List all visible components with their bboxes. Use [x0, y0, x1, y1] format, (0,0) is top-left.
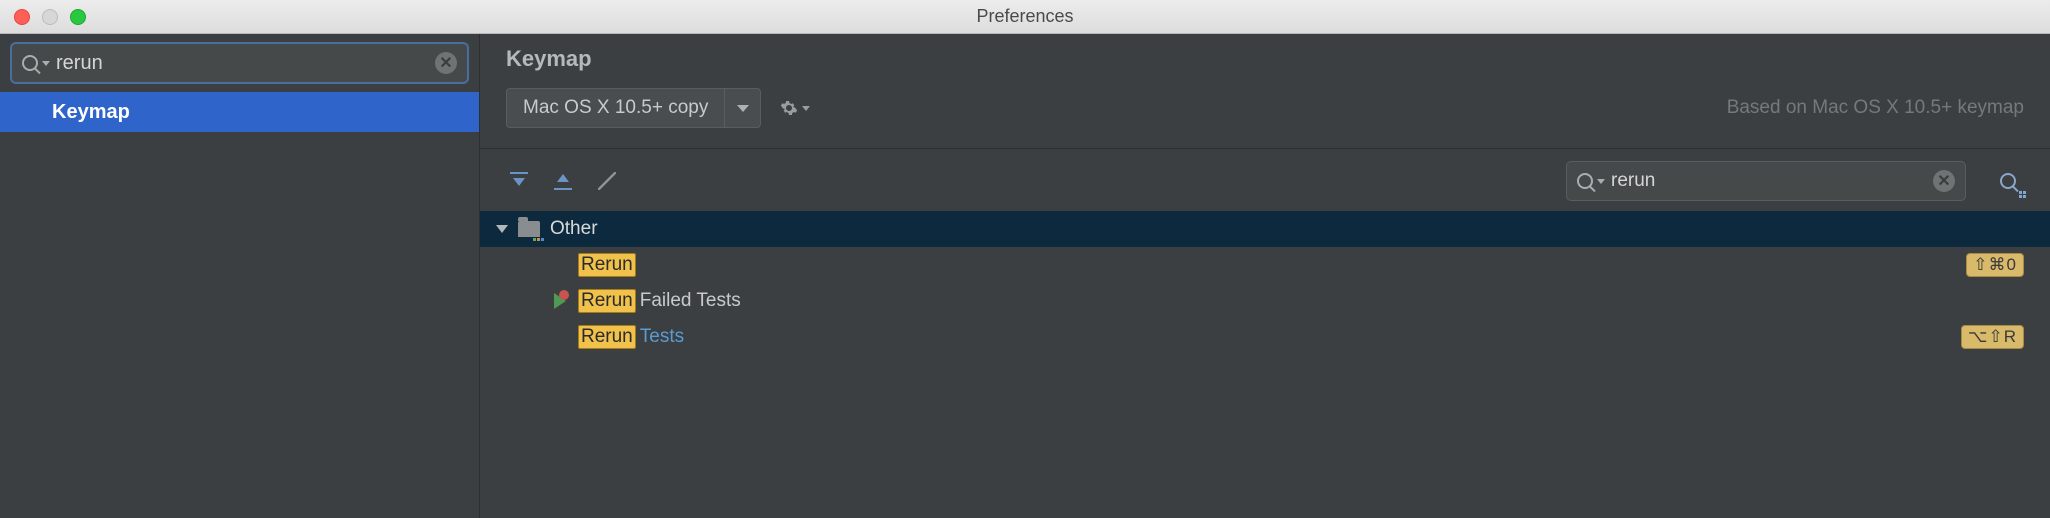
tree-group-label: Other: [550, 218, 598, 240]
window-titlebar: Preferences: [0, 0, 2050, 34]
action-highlight: Rerun: [578, 325, 636, 349]
close-window-button[interactable]: [14, 9, 30, 25]
preferences-sidebar: ✕ Keymap: [0, 34, 480, 518]
actions-search-input[interactable]: [1611, 170, 1933, 192]
sidebar-item-keymap[interactable]: Keymap: [0, 92, 479, 132]
action-rest: Tests: [640, 326, 684, 348]
search-history-caret-icon[interactable]: [42, 61, 50, 66]
action-icon: [550, 327, 570, 347]
minimize-window-button[interactable]: [42, 9, 58, 25]
gear-icon: [780, 99, 798, 117]
keyboard-dots-icon: [2019, 191, 2026, 198]
folder-icon: [518, 221, 540, 237]
keymap-scheme-actions-button[interactable]: [779, 92, 811, 124]
action-row-rerun-failed-tests[interactable]: Rerun Failed Tests: [480, 283, 2050, 319]
shortcut-badge: ⌥⇧R: [1961, 325, 2024, 349]
expand-all-button[interactable]: [506, 168, 532, 194]
chevron-down-icon: [737, 105, 749, 112]
edit-button[interactable]: [594, 168, 620, 194]
clear-search-button[interactable]: ✕: [435, 52, 457, 74]
keymap-scheme-dropdown-button[interactable]: [724, 89, 760, 127]
action-highlight: Rerun: [578, 253, 636, 277]
keymap-scheme-combo[interactable]: Mac OS X 10.5+ copy: [506, 88, 761, 128]
sidebar-search-field[interactable]: ✕: [10, 42, 469, 84]
expand-all-icon: [510, 172, 528, 190]
search-history-caret-icon[interactable]: [1597, 179, 1605, 184]
shortcut-badge: ⇧⌘0: [1966, 253, 2024, 277]
action-highlight: Rerun: [578, 289, 636, 313]
disclosure-triangle-icon[interactable]: [496, 225, 508, 233]
search-icon: [22, 55, 38, 71]
action-row-rerun-tests[interactable]: Rerun Tests ⌥⇧R: [480, 319, 2050, 355]
rerun-failed-icon: [550, 291, 570, 311]
action-rest: Failed Tests: [640, 290, 741, 312]
search-icon: [1577, 173, 1593, 189]
sidebar-item-label: Keymap: [52, 101, 130, 124]
action-icon: [550, 255, 570, 275]
chevron-down-icon: [802, 106, 810, 111]
collapse-all-icon: [554, 172, 572, 190]
keymap-panel: Keymap Mac OS X 10.5+ copy Based on Mac …: [480, 34, 2050, 518]
action-row-rerun[interactable]: Rerun ⇧⌘0: [480, 247, 2050, 283]
actions-search-field[interactable]: ✕: [1566, 161, 1966, 201]
pencil-icon: [598, 172, 616, 190]
tree-group-other[interactable]: Other: [480, 211, 2050, 247]
search-icon: [2000, 173, 2016, 189]
keymap-tree[interactable]: Other Rerun ⇧⌘0 Rerun Failed Tests: [480, 211, 2050, 355]
collapse-all-button[interactable]: [550, 168, 576, 194]
divider: [480, 148, 2050, 149]
keymap-scheme-value: Mac OS X 10.5+ copy: [507, 97, 724, 119]
find-by-shortcut-button[interactable]: [1994, 166, 2024, 196]
zoom-window-button[interactable]: [70, 9, 86, 25]
based-on-label: Based on Mac OS X 10.5+ keymap: [1727, 97, 2024, 119]
window-title: Preferences: [0, 6, 2050, 27]
traffic-lights: [0, 9, 86, 25]
clear-search-button[interactable]: ✕: [1933, 170, 1955, 192]
sidebar-search-input[interactable]: [56, 52, 435, 75]
panel-heading: Keymap: [506, 46, 2024, 72]
